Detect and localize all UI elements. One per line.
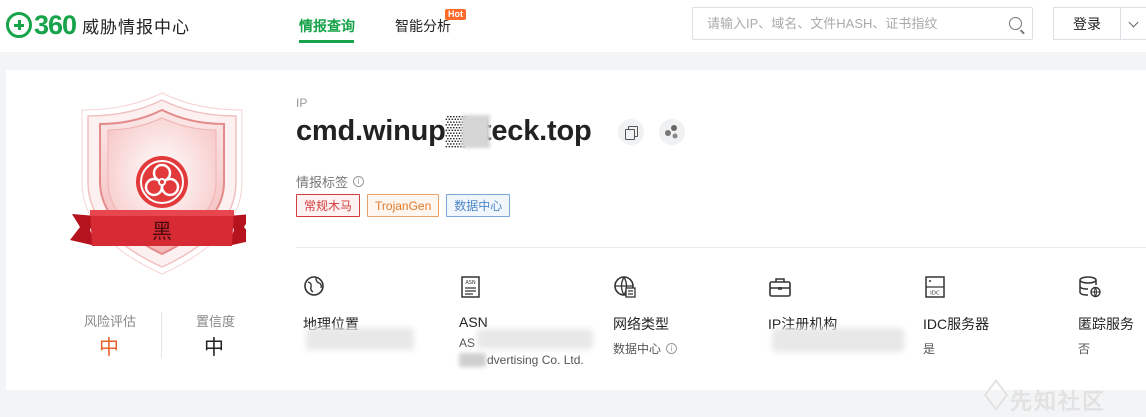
info-icon[interactable]: i [666, 343, 678, 354]
tag-datacenter[interactable]: 数据中心 [446, 194, 511, 217]
asn-prefix: AS [459, 336, 476, 350]
redacted-registrar [772, 328, 904, 352]
info-asn-title: ASN [459, 314, 488, 330]
redacted-asn [477, 329, 593, 349]
tag-trojan[interactable]: 常规木马 [296, 194, 361, 217]
nav-smart-analysis[interactable]: 智能分析 [395, 16, 451, 36]
tags-title-text: 情报标签 [296, 175, 349, 190]
risk-label: 风险评估 [84, 314, 137, 329]
logo[interactable]: 360 威胁情报中心 [6, 10, 190, 40]
info-icon[interactable]: i [353, 176, 365, 187]
info-registrar: IP注册机构 [768, 275, 837, 334]
redacted-block [459, 353, 486, 367]
watermark: 先知社区 [1010, 389, 1107, 414]
confidence-label: 置信度 [196, 314, 236, 329]
tag-list: 常规木马 TrojanGen 数据中心 [296, 194, 511, 217]
info-anonymizer-value: 否 [1078, 342, 1091, 356]
asn-org-text: dvertising Co. Ltd. [487, 353, 584, 367]
network-globe-icon [614, 276, 636, 298]
graph-icon [664, 124, 678, 138]
info-geo: 地理位置 [303, 275, 359, 334]
info-asn-org: dvertising Co. Ltd. [459, 353, 584, 367]
logo-text: 威胁情报中心 [82, 17, 191, 37]
idc-icon: IDC [925, 276, 945, 298]
domain-text: cmd.winup▒ateck.top [296, 115, 592, 147]
globe-icon [304, 276, 324, 296]
domain-row: cmd.winup▒ateck.top [296, 115, 685, 148]
redaction-mask [462, 115, 490, 148]
info-network-value: 数据中心 i [613, 340, 678, 357]
info-network-title: 网络类型 [613, 316, 669, 332]
database-icon [1079, 276, 1101, 298]
biohazard-icon [136, 156, 188, 208]
top-nav-bar: 360 威胁情报中心 情报查询 智能分析 Hot 登录 [0, 0, 1146, 52]
info-anonymizer: 匿踪服务 否 [1078, 275, 1134, 357]
info-asn: ASN ASN AS dvertising Co. Ltd. [459, 275, 584, 367]
logo-mark-text: 360 [34, 9, 77, 40]
info-idc: IDC IDC服务器 是 [923, 275, 989, 357]
plus-circle-icon [6, 12, 32, 38]
hot-badge: Hot [445, 9, 466, 20]
search-box [692, 7, 1033, 40]
confidence-value: 中 [204, 337, 224, 359]
chevron-down-icon[interactable] [1120, 7, 1146, 40]
search-icon[interactable] [1009, 17, 1022, 30]
section-divider [296, 247, 1146, 248]
svg-text:IDC: IDC [930, 291, 940, 297]
nav-intel-query[interactable]: 情报查询 [299, 16, 355, 36]
result-card: 黑 风险评估 中 置信度 中 IP cmd.winup▒ateck.top 情报… [6, 70, 1146, 390]
info-anonymizer-title: 匿踪服务 [1078, 316, 1134, 332]
tag-trojangen[interactable]: TrojanGen [367, 194, 440, 217]
search-input[interactable] [693, 8, 993, 39]
svg-text:ASN: ASN [465, 280, 476, 286]
verdict-shield: 黑 [70, 92, 246, 275]
risk-value: 中 [99, 337, 119, 359]
info-idc-title: IDC服务器 [923, 316, 990, 332]
info-network-type: 网络类型 数据中心 i [613, 275, 678, 357]
nav-active-indicator [299, 40, 354, 43]
network-type-text: 数据中心 [613, 342, 662, 356]
redacted-geo [306, 328, 414, 350]
info-idc-value: 是 [923, 342, 936, 356]
verdict-text: 黑 [152, 219, 172, 243]
divider [161, 312, 162, 358]
type-label: IP [296, 96, 308, 110]
login-button[interactable]: 登录 [1053, 7, 1120, 40]
briefcase-icon [769, 278, 791, 297]
copy-icon [624, 125, 638, 140]
asn-icon: ASN [461, 276, 480, 298]
tags-title: 情报标签 i [296, 172, 365, 191]
logo-mark: 360 [6, 9, 77, 41]
graph-button[interactable] [658, 118, 685, 145]
copy-button[interactable] [617, 118, 644, 145]
